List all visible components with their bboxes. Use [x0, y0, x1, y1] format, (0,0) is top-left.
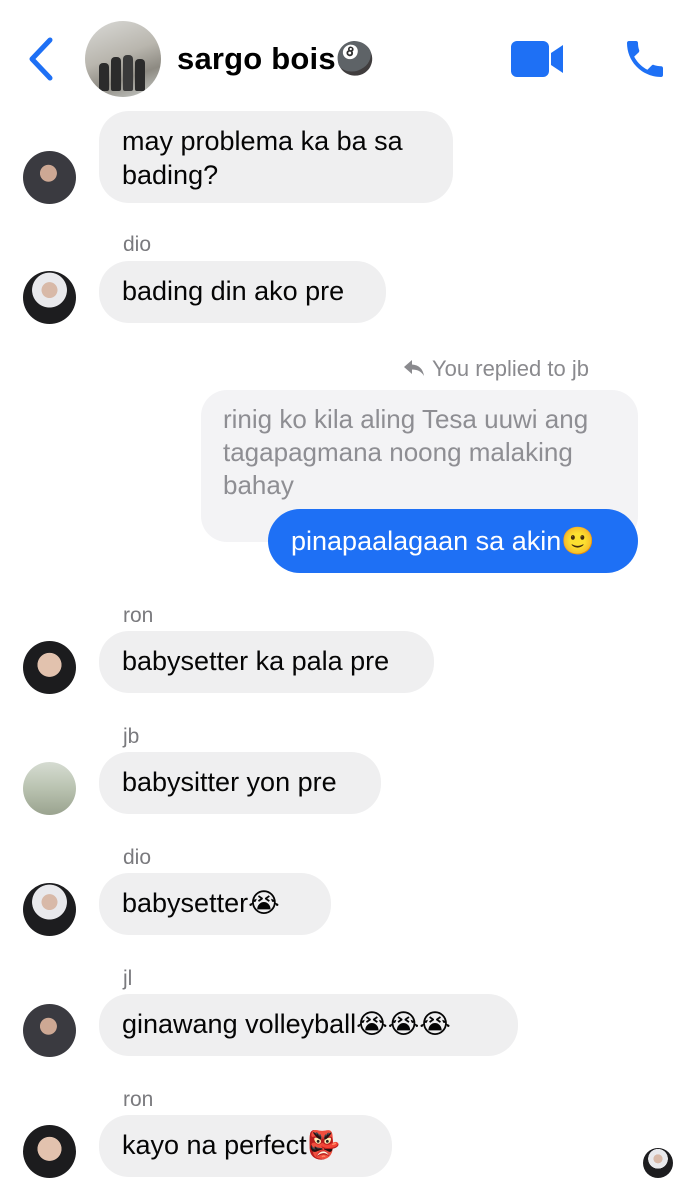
message-bubble[interactable]: babysetter ka pala pre — [99, 631, 434, 693]
back-button[interactable] — [22, 36, 62, 82]
sender-name: ron — [123, 1088, 154, 1111]
sender-avatar[interactable] — [23, 1004, 76, 1057]
reply-note-text: You replied to jb — [432, 356, 589, 381]
video-camera-icon — [511, 41, 563, 77]
sender-avatar[interactable] — [23, 641, 76, 694]
sender-name: jb — [123, 725, 140, 748]
message-bubble[interactable]: ginawang volleyball😭😭😭 — [99, 994, 518, 1056]
read-receipt-avatar — [643, 1148, 673, 1178]
sender-name: dio — [123, 233, 152, 256]
sender-avatar[interactable] — [23, 271, 76, 324]
phone-icon — [627, 41, 663, 77]
video-call-button[interactable] — [510, 40, 564, 78]
sender-avatar[interactable] — [23, 1125, 76, 1178]
back-chevron-icon — [29, 37, 53, 81]
chat-header: sargo bois🎱 — [0, 0, 683, 112]
message-bubble[interactable]: babysitter yon pre — [99, 752, 381, 814]
message-bubble[interactable]: kayo na perfect👺 — [99, 1115, 392, 1177]
group-avatar[interactable] — [85, 21, 161, 97]
my-message-bubble[interactable]: pinapaalagaan sa akin🙂 — [268, 509, 638, 573]
reply-note: You replied to jb — [402, 356, 589, 382]
sender-name: dio — [123, 846, 152, 869]
sender-avatar[interactable] — [23, 151, 76, 204]
sender-name: ron — [123, 604, 154, 627]
chat-title[interactable]: sargo bois🎱 — [177, 40, 375, 77]
message-bubble[interactable]: may problema ka ba sa bading? — [99, 111, 453, 203]
sender-avatar[interactable] — [23, 762, 76, 815]
sender-avatar[interactable] — [23, 883, 76, 936]
reply-arrow-icon — [404, 360, 424, 376]
message-bubble[interactable]: bading din ako pre — [99, 261, 386, 323]
voice-call-button[interactable] — [621, 35, 669, 83]
sender-name: jl — [123, 967, 133, 990]
message-bubble[interactable]: babysetter😭 — [99, 873, 331, 935]
